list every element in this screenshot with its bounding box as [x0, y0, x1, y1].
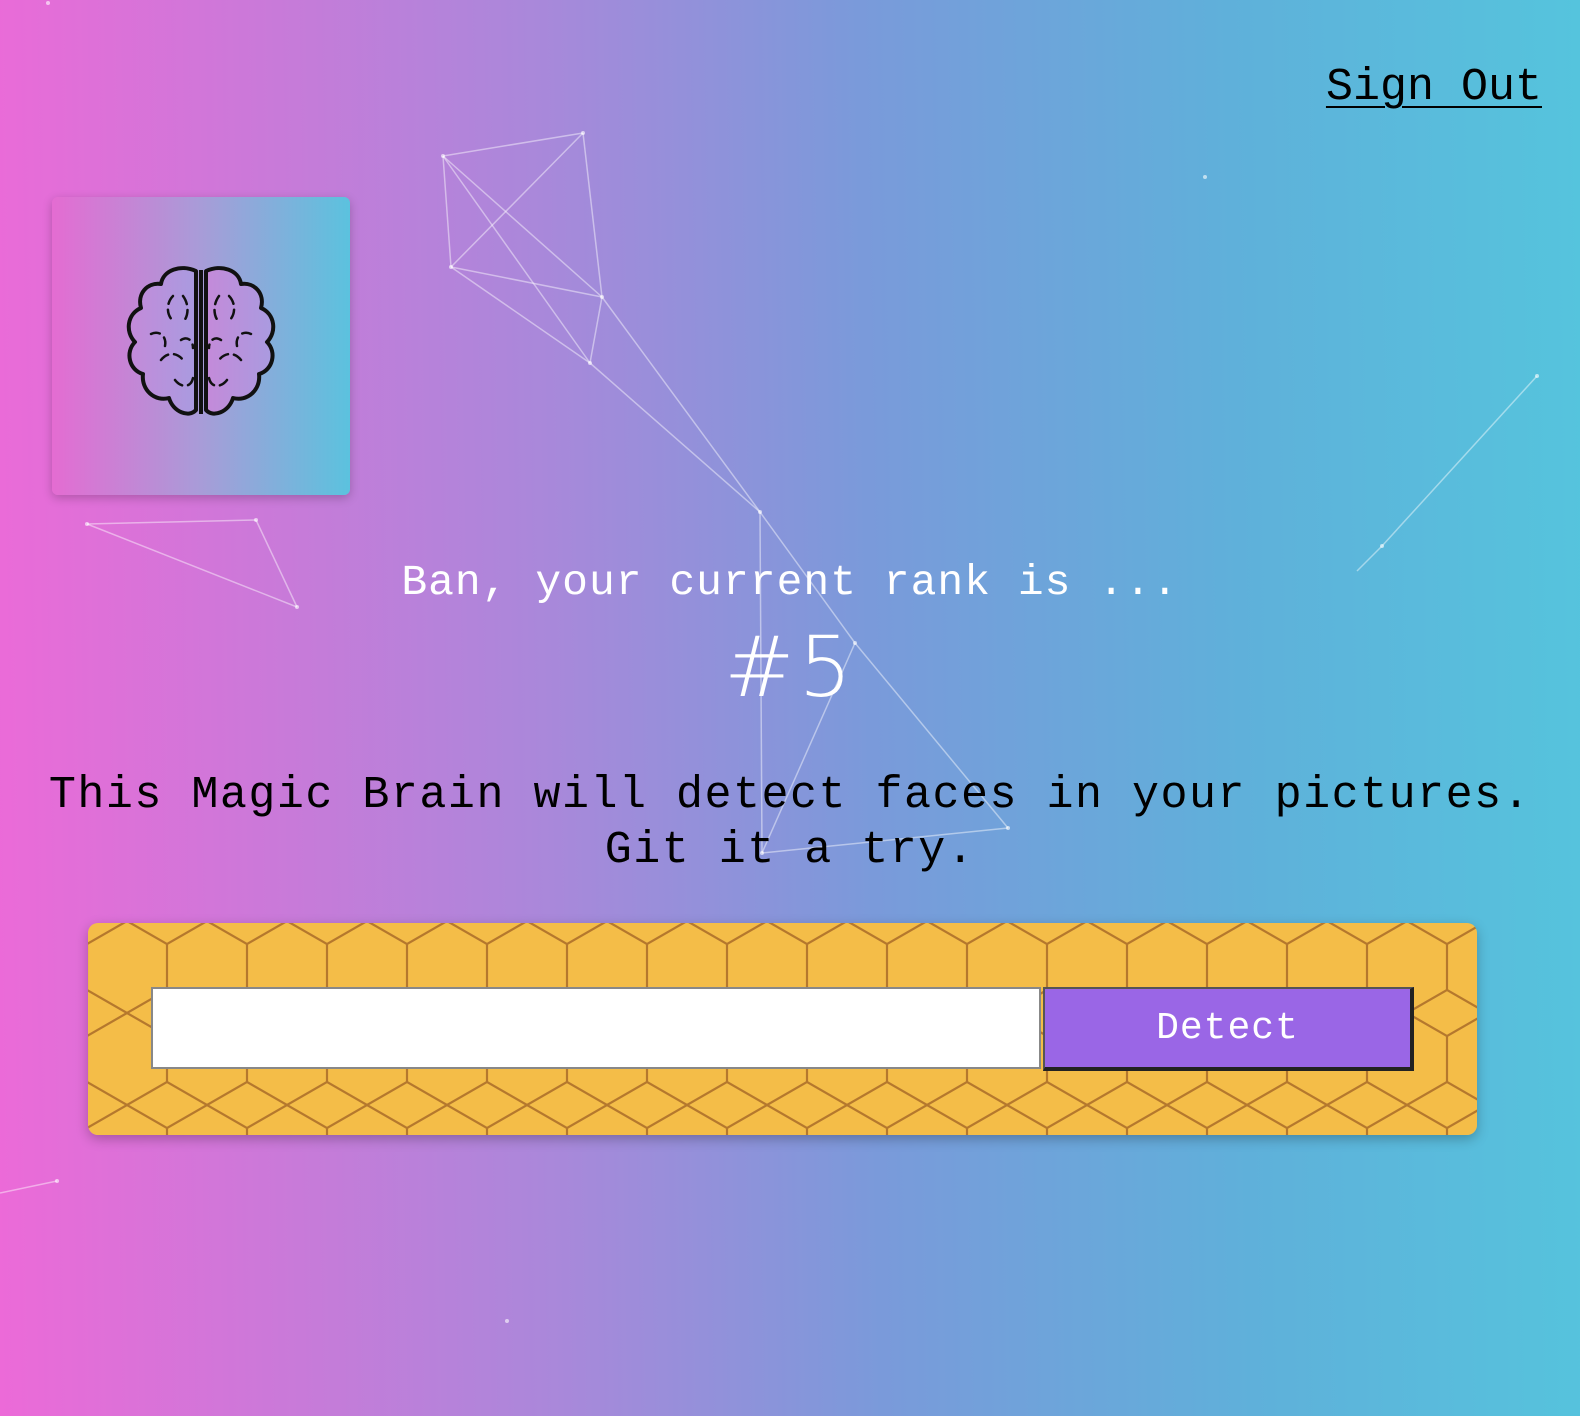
intro-text: This Magic Brain will detect faces in yo… — [0, 768, 1580, 878]
top-nav: Sign Out — [1326, 62, 1542, 113]
image-url-input[interactable] — [151, 987, 1041, 1069]
sign-out-link[interactable]: Sign Out — [1326, 62, 1542, 113]
logo-card[interactable] — [52, 197, 350, 495]
intro-line-2: Git it a try. — [604, 825, 976, 876]
brain-icon — [126, 266, 276, 416]
detect-button[interactable]: Detect — [1043, 987, 1414, 1071]
rank-message: Ban, your current rank is ... — [401, 558, 1179, 607]
intro-line-1: This Magic Brain will detect faces in yo… — [48, 770, 1532, 821]
rank-value: #5 — [724, 618, 856, 716]
image-url-form: Detect — [88, 923, 1477, 1135]
